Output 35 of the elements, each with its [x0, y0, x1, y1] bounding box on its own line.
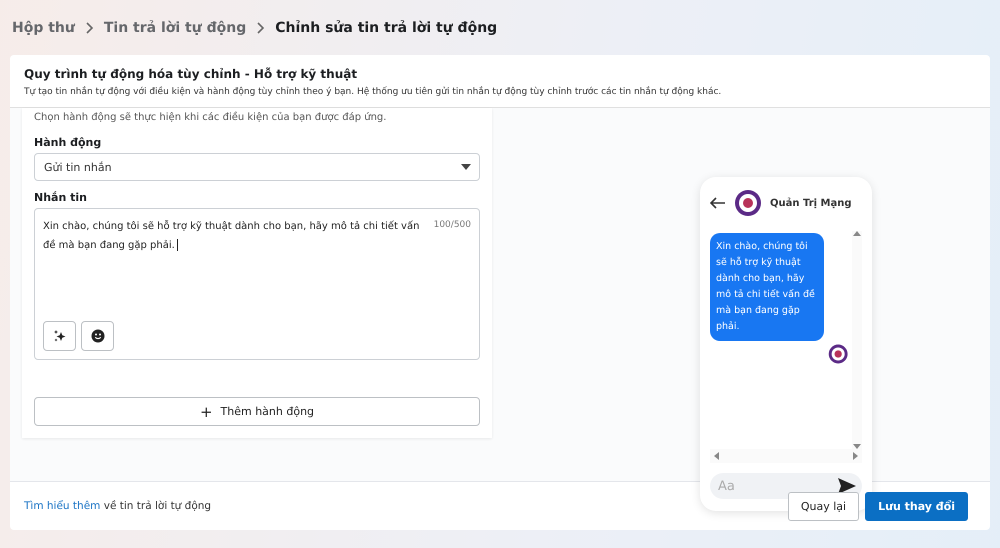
- add-action-button[interactable]: + Thêm hành động: [34, 397, 480, 426]
- chevron-icon: [256, 22, 266, 34]
- field-label: Hành động: [34, 136, 102, 149]
- page-avatar-icon: [828, 343, 848, 365]
- page-avatar-icon: [734, 189, 762, 217]
- chevron-icon: [84, 22, 94, 34]
- emoji-button[interactable]: [81, 321, 114, 351]
- breadcrumb-item[interactable]: Tin trả lời tự động: [104, 20, 246, 36]
- learn-more-text: Tìm hiểu thêm về tin trả lời tự động: [24, 500, 212, 512]
- character-counter: 100/500: [434, 219, 471, 232]
- message-input[interactable]: Xin chào, chúng tôi sẽ hỗ trợ kỹ thuật dành cho bạn, hãy mô tả chi tiết vấn đề mà bạn đang gặp phải.: [43, 217, 424, 255]
- breadcrumb-item[interactable]: Hộp thư: [12, 20, 75, 36]
- page-name: Quản Trị Mạng: [770, 198, 852, 208]
- learn-more-link[interactable]: Tìm hiểu thêm: [24, 500, 100, 512]
- send-icon[interactable]: [838, 478, 856, 494]
- action-dropdown[interactable]: Gửi tin nhắn: [34, 153, 480, 181]
- save-button[interactable]: Lưu thay đổi: [865, 492, 968, 520]
- scroll-down-arrow-icon[interactable]: [853, 444, 861, 449]
- back-arrow-icon[interactable]: [710, 197, 726, 209]
- hint-text: Chọn hành động sẽ thực hiện khi các điều kiện của bạn được đáp ứng.: [34, 110, 388, 125]
- smiley-icon: [90, 329, 104, 343]
- field-label: Nhắn tin: [34, 191, 88, 204]
- breadcrumb-item: Chỉnh sửa tin trả lời tự động: [275, 20, 498, 36]
- dropdown-caret-icon: [461, 164, 471, 170]
- sparkle-button[interactable]: [43, 321, 76, 351]
- message-bubble: Xin chào, chúng tôi sẽ hỗ trợ kỹ thuật dành cho bạn, hãy mô tả chi tiết vấn đề mà bạn đang gặp phải.: [710, 233, 824, 341]
- scroll-left-arrow-icon[interactable]: [714, 452, 719, 460]
- scrollbar[interactable]: [852, 231, 862, 449]
- scrollbar[interactable]: [710, 449, 862, 463]
- back-button[interactable]: Quay lại: [788, 492, 860, 520]
- scroll-up-arrow-icon[interactable]: [853, 231, 861, 236]
- scroll-right-arrow-icon[interactable]: [853, 452, 858, 460]
- sparkle-icon: [52, 329, 66, 343]
- section-description: Tự tạo tin nhắn tự động với điều kiện và hành động tùy chỉnh theo ý bạn. Hệ thống ưu tiên gửi tin nhắn tự động tùy chỉnh trước các tin nhắn tự động khác.: [24, 87, 722, 97]
- section-title: Quy trình tự động hóa tùy chỉnh - Hỗ trợ kỹ thuật: [24, 67, 358, 81]
